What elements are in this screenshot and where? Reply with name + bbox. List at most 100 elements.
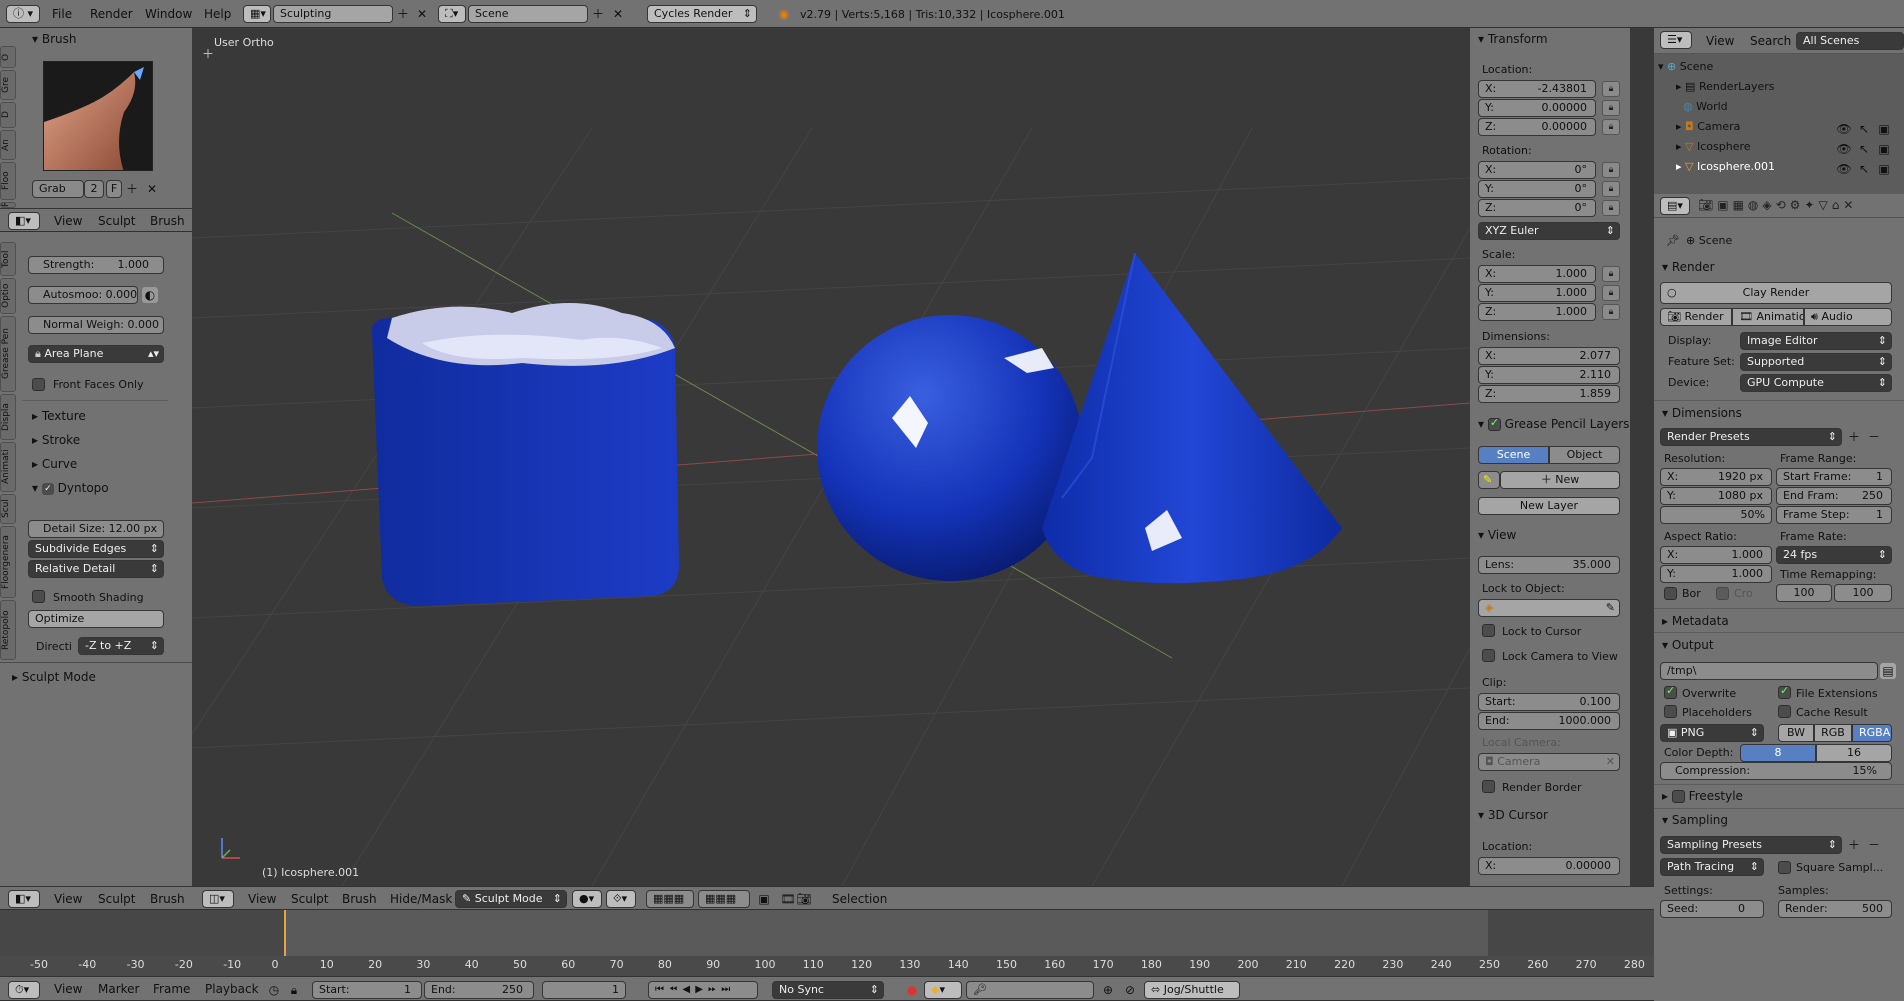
- tab-floo[interactable]: Floo: [0, 162, 16, 200]
- viewport-shading-button[interactable]: ●▾: [572, 890, 602, 908]
- menu-help[interactable]: Help: [204, 0, 231, 28]
- fake-user-button[interactable]: F: [106, 180, 122, 198]
- lock-object-field[interactable]: ◈ ✎: [1478, 599, 1620, 617]
- menu-brush[interactable]: Brush: [342, 887, 377, 911]
- aspect-x-field[interactable]: X: 1.000: [1660, 546, 1772, 564]
- rotation-x-field[interactable]: X: 0°: [1478, 161, 1596, 179]
- render-preview-icon[interactable]: 🎞︎: [780, 891, 796, 907]
- strength-slider[interactable]: Strength: 1.000: [28, 256, 164, 274]
- menu-view[interactable]: View: [248, 887, 276, 911]
- pencil-icon[interactable]: ✎: [1478, 471, 1500, 489]
- lock-icon[interactable]: 🔒︎: [286, 982, 302, 998]
- smooth-shading-checkbox[interactable]: [32, 590, 45, 603]
- add-icon[interactable]: ＋: [395, 6, 411, 22]
- tab-display[interactable]: Displa: [0, 394, 16, 440]
- menu-brush[interactable]: Brush: [150, 209, 185, 233]
- editor-type-button[interactable]: ◧▾: [8, 212, 40, 230]
- brush-name-field[interactable]: Grab: [32, 180, 84, 198]
- frame-step-field[interactable]: Frame Step: 1: [1776, 506, 1892, 524]
- menu-search[interactable]: Search: [1750, 28, 1791, 54]
- screen-layout-button[interactable]: ▦▾: [243, 5, 271, 23]
- pin-icon[interactable]: 📌︎: [1666, 234, 1680, 247]
- editor-type-button[interactable]: ☰▾: [1660, 31, 1692, 49]
- lock-icon[interactable]: 🔒︎: [1602, 200, 1620, 216]
- detail-size-slider[interactable]: Detail Size: 12.00 px: [28, 520, 164, 538]
- menu-view[interactable]: View: [1706, 28, 1734, 54]
- rotation-mode-dropdown[interactable]: XYZ Euler ⇕: [1478, 222, 1620, 240]
- lock-icon[interactable]: 🔒︎: [1602, 119, 1620, 135]
- lock-icon[interactable]: 🔒︎: [1602, 162, 1620, 178]
- remove-icon[interactable]: －: [1866, 429, 1882, 445]
- cursor-select-icon[interactable]: ↖: [1856, 161, 1872, 177]
- brush-preview[interactable]: [43, 61, 153, 171]
- tree-item-icosphere[interactable]: ▸ ▽ Icosphere: [1676, 140, 1751, 153]
- interaction-mode-dropdown[interactable]: ✎ Sculpt Mode ⇕: [455, 890, 567, 908]
- stroke-section[interactable]: ▸ Stroke: [32, 433, 80, 447]
- menu-frame[interactable]: Frame: [153, 977, 190, 1001]
- menu-view[interactable]: View: [54, 977, 82, 1001]
- scale-y-field[interactable]: Y: 1.000: [1478, 284, 1596, 302]
- freestyle-section[interactable]: ▸ Freestyle: [1662, 789, 1743, 803]
- depth-16-toggle[interactable]: 16: [1816, 744, 1892, 762]
- animation-button[interactable]: 🎞︎ Animation: [1732, 308, 1804, 326]
- tab-grease[interactable]: Gre: [0, 70, 16, 100]
- grease-pencil-section[interactable]: ▾ Grease Pencil Layers: [1478, 416, 1629, 431]
- texture-section[interactable]: ▸ Texture: [32, 409, 86, 423]
- rotation-y-field[interactable]: Y: 0°: [1478, 180, 1596, 198]
- metadata-section[interactable]: ▸ Metadata: [1662, 614, 1729, 628]
- jog-shuttle-button[interactable]: ⬄ Jog/Shuttle: [1144, 981, 1240, 999]
- menu-playback[interactable]: Playback: [205, 977, 259, 1001]
- clock-icon[interactable]: ◷: [266, 982, 282, 998]
- front-faces-checkbox[interactable]: [32, 378, 45, 391]
- tab-d[interactable]: D: [0, 102, 16, 128]
- overwrite-checkbox[interactable]: [1664, 684, 1677, 699]
- menu-render[interactable]: Render: [90, 0, 133, 28]
- camera-render-icon[interactable]: ▣: [1876, 121, 1892, 137]
- location-x-field[interactable]: X: -2.43801: [1478, 80, 1596, 98]
- freestyle-checkbox[interactable]: [1671, 790, 1685, 803]
- 3d-cursor-section[interactable]: ▾ 3D Cursor: [1478, 808, 1548, 822]
- dimension-z-field[interactable]: Z: 1.859: [1478, 385, 1620, 403]
- tab-floorgenerator[interactable]: Floorgenera: [0, 526, 16, 598]
- location-y-field[interactable]: Y: 0.00000: [1478, 99, 1596, 117]
- eye-icon[interactable]: 👁︎: [1836, 141, 1852, 157]
- file-extensions-checkbox[interactable]: [1778, 684, 1791, 699]
- dimension-x-field[interactable]: X: 2.077: [1478, 347, 1620, 365]
- editor-type-button[interactable]: ▤▾: [1660, 197, 1690, 215]
- tree-item-world[interactable]: ◍ World: [1676, 100, 1728, 113]
- render-border-checkbox[interactable]: [1482, 780, 1495, 793]
- pivot-point-button[interactable]: ⟐▾: [606, 890, 636, 908]
- viewport-editor-type-button[interactable]: ◫▾: [202, 890, 234, 908]
- menu-view[interactable]: View: [54, 209, 82, 233]
- sync-mode-dropdown[interactable]: No Sync ⇕: [772, 981, 884, 999]
- autosmooth-slider[interactable]: Autosmoo: 0.000: [28, 286, 138, 304]
- audio-button[interactable]: 🔊︎ Audio: [1804, 308, 1892, 326]
- rgb-toggle[interactable]: RGB: [1814, 724, 1852, 742]
- camera-render-icon[interactable]: ▣: [1876, 141, 1892, 157]
- cursor-select-icon[interactable]: ↖: [1856, 121, 1872, 137]
- tree-item-renderlayers[interactable]: ▸ ▤ RenderLayers: [1676, 80, 1775, 93]
- lock-icon[interactable]: 🔒︎: [1602, 81, 1620, 97]
- direction-dropdown[interactable]: -Z to +Z ⇕: [78, 637, 164, 655]
- resolution-y-field[interactable]: Y: 1080 px: [1660, 487, 1772, 505]
- render-presets-dropdown[interactable]: Render Presets ⇕: [1660, 428, 1842, 446]
- menu-sculpt[interactable]: Sculpt: [291, 887, 328, 911]
- cursor-x-field[interactable]: X: 0.00000: [1478, 857, 1620, 875]
- brush-users-field[interactable]: 2: [84, 180, 104, 198]
- add-icon[interactable]: ＋: [590, 6, 606, 22]
- placeholders-checkbox[interactable]: [1664, 705, 1677, 718]
- start-frame-field[interactable]: Start Frame: 1: [1776, 468, 1892, 486]
- editor-type-button[interactable]: ⏱︎▾: [8, 981, 40, 999]
- area-plane-dropdown[interactable]: 🔒︎ Area Plane ▴▾: [28, 345, 164, 363]
- lock-icon[interactable]: 🔒︎: [1602, 100, 1620, 116]
- curve-section[interactable]: ▸ Curve: [32, 457, 77, 471]
- normal-weight-slider[interactable]: Normal Weigh: 0.000: [28, 316, 164, 334]
- rgba-toggle[interactable]: RGBA: [1852, 724, 1892, 742]
- render-engine-dropdown[interactable]: Cycles Render ⇕: [647, 5, 757, 23]
- camera-render-icon[interactable]: ▣: [1876, 161, 1892, 177]
- tab-o[interactable]: O: [0, 46, 16, 68]
- close-icon[interactable]: ✕: [610, 6, 626, 22]
- display-dropdown[interactable]: Image Editor ⇕: [1740, 332, 1892, 350]
- tree-item-scene[interactable]: ▾ ⊕ Scene: [1658, 60, 1713, 73]
- remove-icon[interactable]: －: [1866, 837, 1882, 853]
